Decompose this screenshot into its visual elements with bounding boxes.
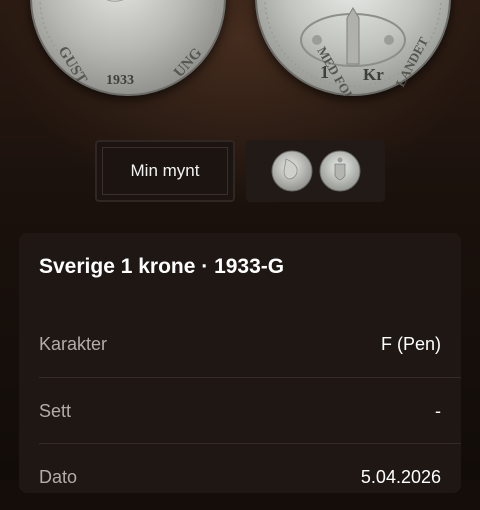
coin-obverse-image[interactable]: GUST UNG 1933: [30, 0, 226, 96]
catalog-obverse-thumbnail: [271, 150, 313, 192]
coin-reverse-image[interactable]: MED FOL LANDET 1 Kr: [255, 0, 451, 96]
catalog-reverse-thumbnail: [319, 150, 361, 192]
coin-photo-area: GUST UNG 1933 MED FOL LANDET 1 Kr: [0, 0, 480, 110]
grade-value: F (Pen): [380, 333, 441, 354]
my-coin-button[interactable]: Min mynt: [95, 140, 235, 202]
detail-row-date[interactable]: Dato 5.04.2026: [39, 444, 441, 510]
coin-details-card: Sverige 1 krone · 1933-G Karakter F (Pen…: [19, 233, 461, 493]
reverse-unit: Kr: [363, 65, 384, 84]
my-coin-label: Min mynt: [102, 147, 228, 195]
reverse-denomination: 1: [320, 62, 329, 82]
obverse-year: 1933: [106, 73, 134, 88]
date-value: 5.04.2026: [360, 466, 441, 487]
grade-label: Karakter: [39, 333, 108, 354]
seen-label: Sett: [39, 400, 72, 421]
date-label: Dato: [39, 466, 78, 487]
detail-row-seen[interactable]: Sett -: [39, 378, 441, 444]
detail-row-grade[interactable]: Karakter F (Pen): [39, 311, 441, 377]
image-source-toggle: Min mynt: [95, 140, 385, 202]
catalog-images-button[interactable]: [246, 140, 385, 202]
seen-value: -: [435, 400, 441, 421]
coin-title: Sverige 1 krone · 1933-G: [39, 255, 285, 278]
